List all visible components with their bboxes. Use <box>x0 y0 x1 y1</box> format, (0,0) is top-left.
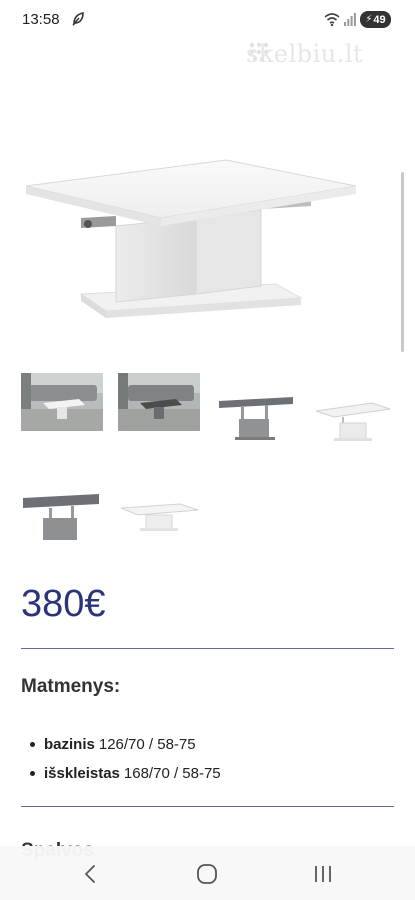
spec-item: išskleistas 168/70 / 58-75 <box>30 759 221 788</box>
system-nav-bar <box>0 846 415 900</box>
coffee-table-illustration <box>25 159 357 318</box>
signal-icon <box>344 13 356 26</box>
wifi-icon <box>324 13 340 26</box>
spec-label: bazinis <box>44 736 95 753</box>
spec-item: bazinis 126/70 / 58-75 <box>30 730 221 759</box>
thumbnail-grey-table-extended[interactable] <box>21 460 103 542</box>
spec-label: išskleistas <box>44 765 120 782</box>
home-button[interactable] <box>193 860 221 888</box>
divider <box>21 648 394 649</box>
status-time: 13:58 <box>22 11 60 28</box>
leaf-icon <box>72 12 84 26</box>
thumbnail-grey-table-raised[interactable] <box>215 361 297 443</box>
bullet-icon <box>30 771 35 776</box>
bullet-icon <box>30 742 35 747</box>
battery-level: 49 <box>373 13 386 26</box>
recents-button[interactable] <box>309 860 337 888</box>
watermark-dots-icon <box>249 42 269 62</box>
status-bar: 13:58 ⚡ 49 <box>0 0 415 38</box>
watermark-logo: skelbiu.lt <box>246 40 363 68</box>
back-button[interactable] <box>76 860 104 888</box>
price: 380€ <box>21 583 106 625</box>
specs-list: bazinis 126/70 / 58-75 išskleistas 168/7… <box>30 730 221 788</box>
spec-value: 126/70 / 58-75 <box>98 736 196 753</box>
thumbnail-white-table-living-room[interactable] <box>21 373 103 431</box>
thumbnail-white-table-low[interactable] <box>118 460 200 542</box>
scrollbar-thumb[interactable] <box>401 172 404 352</box>
thumbnail-grey-table-living-room[interactable] <box>118 373 200 431</box>
divider <box>21 806 394 807</box>
specs-title: Matmenys: <box>21 676 121 697</box>
spec-value: 168/70 / 58-75 <box>123 765 221 782</box>
main-product-image[interactable]: skelbiu.lt <box>21 36 394 337</box>
thumbnail-white-table-raised[interactable] <box>312 361 394 443</box>
battery-icon: ⚡ 49 <box>360 11 391 28</box>
